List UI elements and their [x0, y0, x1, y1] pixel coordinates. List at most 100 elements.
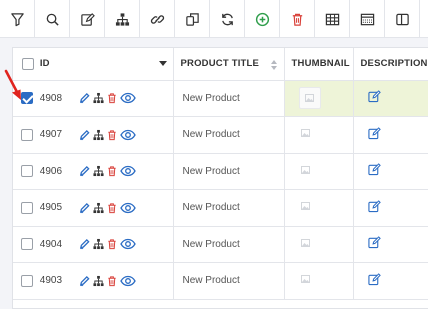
image-placeholder-icon[interactable]	[300, 238, 310, 247]
edit-button[interactable]	[70, 0, 105, 38]
column-header-product-title[interactable]: PRODUCT TITLE	[173, 48, 285, 81]
image-placeholder-icon[interactable]	[300, 202, 310, 211]
row-checkbox[interactable]	[21, 165, 33, 178]
row-actions	[79, 239, 136, 250]
duplicate-button[interactable]	[175, 0, 210, 38]
add-button[interactable]	[245, 0, 280, 38]
description-cell[interactable]	[353, 189, 428, 227]
row-checkbox[interactable]	[21, 238, 33, 251]
trash-icon[interactable]	[107, 93, 117, 104]
thumbnail-cell[interactable]	[284, 153, 354, 190]
trash-icon[interactable]	[107, 239, 117, 250]
pencil-icon[interactable]	[79, 166, 90, 177]
edit-note-icon[interactable]	[367, 272, 381, 286]
image-placeholder-icon	[305, 94, 314, 103]
eye-icon[interactable]	[120, 202, 136, 213]
pencil-icon[interactable]	[79, 202, 90, 213]
edit-note-icon[interactable]	[367, 90, 381, 103]
row-actions	[79, 166, 136, 177]
description-cell[interactable]	[353, 116, 428, 154]
link-icon	[150, 14, 164, 24]
row-checkbox[interactable]	[21, 201, 33, 214]
image-placeholder-icon[interactable]	[300, 275, 310, 284]
hierarchy-icon[interactable]	[93, 275, 104, 286]
filter-button[interactable]	[0, 0, 35, 38]
hierarchy-icon[interactable]	[93, 239, 104, 250]
columns-button[interactable]	[385, 0, 420, 38]
edit-note-icon[interactable]	[367, 163, 381, 176]
table-row[interactable]: 4905 New Product	[13, 189, 428, 227]
pencil-icon[interactable]	[79, 129, 90, 140]
product-title-cell[interactable]: New Product	[173, 262, 285, 300]
thumbnail-cell[interactable]	[284, 226, 354, 263]
row-actions	[79, 129, 136, 140]
thumbnail-cell[interactable]	[284, 262, 354, 300]
table-row[interactable]: 4903 New Product	[13, 262, 428, 300]
delete-button[interactable]	[280, 0, 315, 38]
product-title: New Product	[182, 92, 240, 104]
search-button[interactable]	[35, 0, 70, 38]
product-title-cell[interactable]: New Product	[173, 80, 285, 117]
thumbnail-cell[interactable]	[284, 189, 354, 227]
table-row[interactable]: 4904 New Product	[13, 226, 428, 263]
row-checkbox[interactable]	[21, 128, 33, 141]
refresh-icon	[221, 13, 233, 25]
hierarchy-icon[interactable]	[93, 93, 104, 104]
edit-note-icon[interactable]	[367, 236, 381, 249]
description-cell[interactable]	[353, 226, 428, 263]
thumbnail-cell[interactable]	[284, 116, 354, 154]
image-placeholder-icon[interactable]	[300, 129, 310, 138]
trash-icon	[292, 13, 302, 26]
sort-icon[interactable]	[270, 60, 277, 70]
refresh-button[interactable]	[210, 0, 245, 38]
add-circle-icon	[255, 12, 269, 26]
eye-icon[interactable]	[120, 166, 136, 177]
caret-down-icon[interactable]	[158, 61, 167, 67]
product-title: New Product	[182, 275, 240, 287]
product-title-cell[interactable]: New Product	[173, 226, 285, 263]
hierarchy-icon	[115, 12, 129, 26]
product-title-cell[interactable]: New Product	[173, 189, 285, 227]
grid-table-button[interactable]	[315, 0, 350, 38]
filter-icon	[10, 12, 24, 26]
table-row[interactable]: 4906 New Product	[13, 153, 428, 190]
eye-icon[interactable]	[120, 239, 136, 250]
link-button[interactable]	[140, 0, 175, 38]
column-header-description-label: DESCRIPTION	[360, 58, 428, 70]
trash-icon[interactable]	[107, 129, 117, 140]
column-header-id[interactable]: ID	[13, 48, 174, 81]
trash-icon[interactable]	[107, 166, 117, 177]
table-row[interactable]: 4908 New Product	[13, 80, 428, 117]
product-title-cell[interactable]: New Product	[173, 153, 285, 190]
product-title: New Product	[182, 129, 240, 141]
hierarchy-icon[interactable]	[93, 202, 104, 213]
column-header-thumbnail[interactable]: THUMBNAIL	[284, 48, 354, 81]
pencil-icon[interactable]	[79, 275, 90, 286]
pencil-icon[interactable]	[79, 93, 90, 104]
product-title: New Product	[182, 165, 240, 177]
description-cell[interactable]	[353, 262, 428, 300]
hierarchy-icon[interactable]	[93, 129, 104, 140]
description-cell[interactable]	[353, 153, 428, 190]
trash-icon[interactable]	[107, 275, 117, 286]
thumbnail-image[interactable]	[298, 87, 321, 110]
eye-icon[interactable]	[120, 129, 136, 140]
image-placeholder-icon[interactable]	[300, 165, 310, 174]
id-cell: 4906	[13, 153, 174, 190]
pencil-icon[interactable]	[79, 239, 90, 250]
select-all-checkbox[interactable]	[22, 57, 34, 70]
dotted-grid-button[interactable]	[350, 0, 385, 38]
hierarchy-icon[interactable]	[93, 166, 104, 177]
column-header-description[interactable]: DESCRIPTION	[353, 48, 428, 81]
eye-icon[interactable]	[120, 275, 136, 286]
product-title-cell[interactable]: New Product	[173, 116, 285, 154]
hierarchy-button[interactable]	[105, 0, 140, 38]
edit-note-icon[interactable]	[367, 126, 381, 140]
thumbnail-cell[interactable]	[284, 80, 354, 117]
trash-icon[interactable]	[107, 202, 117, 213]
table-row[interactable]: 4907 New Product	[13, 116, 428, 154]
edit-note-icon[interactable]	[367, 199, 381, 213]
row-checkbox[interactable]	[21, 274, 33, 287]
description-cell[interactable]	[353, 80, 428, 117]
eye-icon[interactable]	[120, 93, 136, 104]
